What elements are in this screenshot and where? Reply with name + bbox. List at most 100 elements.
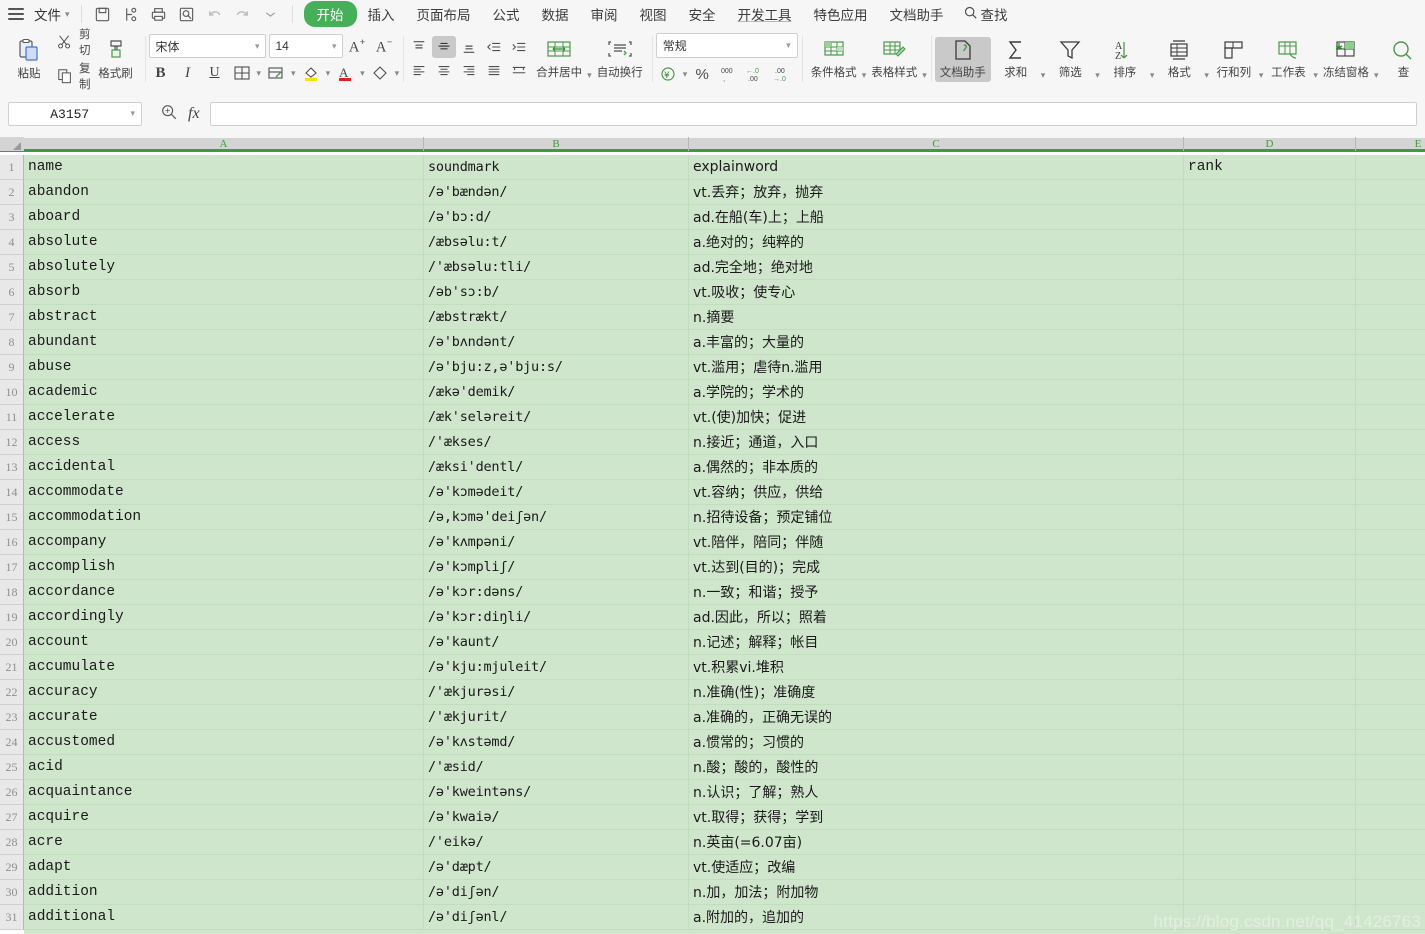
cell-E27[interactable] <box>1356 805 1425 829</box>
row-header[interactable]: 13 <box>0 455 24 480</box>
rows-cols-button[interactable]: 行和列 <box>1209 37 1259 82</box>
chevron-down-icon[interactable]: ▾ <box>395 68 400 79</box>
cell-C10[interactable]: a.学院的；学术的 <box>689 380 1184 404</box>
row-header[interactable]: 12 <box>0 430 24 455</box>
cell-D25[interactable] <box>1184 755 1356 779</box>
cell-C6[interactable]: vt.吸收；使专心 <box>689 280 1184 304</box>
cell-B22[interactable]: /'ækjurəsi/ <box>424 680 689 704</box>
cell-D1[interactable]: rank <box>1184 155 1356 179</box>
chevron-down-icon[interactable]: ▾ <box>326 68 331 79</box>
cell-D14[interactable] <box>1184 480 1356 504</box>
cell-B1[interactable]: soundmark <box>424 155 689 179</box>
cell-E29[interactable] <box>1356 855 1425 879</box>
cell-A16[interactable]: accompany <box>24 530 424 554</box>
cell-C24[interactable]: a.惯常的；习惯的 <box>689 730 1184 754</box>
cell-B17[interactable]: /ə'kɔmpliʃ/ <box>424 555 689 579</box>
cell-D30[interactable] <box>1184 880 1356 904</box>
cell-C21[interactable]: vt.积累vi.堆积 <box>689 655 1184 679</box>
cell-A23[interactable]: accurate <box>24 705 424 729</box>
cell-C4[interactable]: a.绝对的；纯粹的 <box>689 230 1184 254</box>
align-bottom-button[interactable] <box>457 36 481 58</box>
row-header[interactable]: 3 <box>0 205 24 230</box>
row-header[interactable]: 11 <box>0 405 24 430</box>
decrease-indent-button[interactable] <box>482 36 506 58</box>
cell-A9[interactable]: abuse <box>24 355 424 379</box>
cell-D15[interactable] <box>1184 505 1356 529</box>
format-painter-button[interactable]: 格式刷 <box>91 36 141 83</box>
sort-button[interactable]: AZ 排序 <box>1100 37 1150 82</box>
cell-C7[interactable]: n.摘要 <box>689 305 1184 329</box>
cell-B14[interactable]: /ə'kɔmədeit/ <box>424 480 689 504</box>
cell-A4[interactable]: absolute <box>24 230 424 254</box>
cell-B2[interactable]: /ə'bændən/ <box>424 180 689 204</box>
row-header[interactable]: 29 <box>0 855 24 880</box>
comma-format-button[interactable]: 000, <box>717 63 741 85</box>
cell-E20[interactable] <box>1356 630 1425 654</box>
conditional-format-button[interactable]: 条件格式 <box>806 37 862 82</box>
row-header[interactable]: 28 <box>0 830 24 855</box>
cell-E14[interactable] <box>1356 480 1425 504</box>
cell-B11[interactable]: /æk'seləreit/ <box>424 405 689 429</box>
cell-A7[interactable]: abstract <box>24 305 424 329</box>
cell-D5[interactable] <box>1184 255 1356 279</box>
cell-E1[interactable] <box>1356 155 1425 179</box>
increase-decimal-button[interactable]: ←.0.00 <box>744 63 768 85</box>
cell-E11[interactable] <box>1356 405 1425 429</box>
cell-B10[interactable]: /ækə'demik/ <box>424 380 689 404</box>
cell-C8[interactable]: a.丰富的；大量的 <box>689 330 1184 354</box>
cell-B20[interactable]: /ə'kaunt/ <box>424 630 689 654</box>
row-header[interactable]: 19 <box>0 605 24 630</box>
tab-review[interactable]: 审阅 <box>580 1 629 27</box>
formula-input[interactable] <box>209 102 1417 126</box>
row-header[interactable]: 2 <box>0 180 24 205</box>
cell-C17[interactable]: vt.达到(目的)；完成 <box>689 555 1184 579</box>
tab-page-layout[interactable]: 页面布局 <box>406 1 482 27</box>
cell-B4[interactable]: /æbsəlu:t/ <box>424 230 689 254</box>
cell-E16[interactable] <box>1356 530 1425 554</box>
row-header[interactable]: 10 <box>0 380 24 405</box>
cell-E7[interactable] <box>1356 305 1425 329</box>
row-header[interactable]: 22 <box>0 680 24 705</box>
row-header[interactable]: 4 <box>0 230 24 255</box>
cell-D21[interactable] <box>1184 655 1356 679</box>
cell-C3[interactable]: ad.在船(车)上；上船 <box>689 205 1184 229</box>
tab-doc-assistant[interactable]: 文档助手 <box>879 1 955 27</box>
column-header-e[interactable]: E <box>1356 137 1425 151</box>
redo-icon[interactable] <box>232 3 254 25</box>
row-header[interactable]: 16 <box>0 530 24 555</box>
cell-D18[interactable] <box>1184 580 1356 604</box>
cell-E8[interactable] <box>1356 330 1425 354</box>
cell-D23[interactable] <box>1184 705 1356 729</box>
cell-C12[interactable]: n.接近；通道，入口 <box>689 430 1184 454</box>
save-icon[interactable] <box>92 3 114 25</box>
copy-button[interactable]: 复制 <box>54 60 91 92</box>
cell-D4[interactable] <box>1184 230 1356 254</box>
font-size-select[interactable]: 14 ▾ <box>268 34 343 58</box>
cell-E28[interactable] <box>1356 830 1425 854</box>
cell-E24[interactable] <box>1356 730 1425 754</box>
cell-B6[interactable]: /əb'sɔ:b/ <box>424 280 689 304</box>
cell-A11[interactable]: accelerate <box>24 405 424 429</box>
cell-E17[interactable] <box>1356 555 1425 579</box>
row-header[interactable]: 31 <box>0 905 24 930</box>
row-header[interactable]: 21 <box>0 655 24 680</box>
find-button[interactable]: 查 <box>1378 37 1425 82</box>
file-menu-button[interactable]: 文件 ▾ <box>30 4 74 24</box>
cell-C14[interactable]: vt.容纳；供应，供给 <box>689 480 1184 504</box>
chevron-down-icon[interactable]: ▾ <box>257 68 262 79</box>
cell-D26[interactable] <box>1184 780 1356 804</box>
name-search-icon[interactable] <box>160 103 178 126</box>
cell-B7[interactable]: /æbstrækt/ <box>424 305 689 329</box>
cell-C1[interactable]: explainword <box>689 155 1184 179</box>
cell-E10[interactable] <box>1356 380 1425 404</box>
cell-D31[interactable] <box>1184 905 1356 929</box>
cell-E30[interactable] <box>1356 880 1425 904</box>
cell-E15[interactable] <box>1356 505 1425 529</box>
underline-button[interactable]: U <box>203 62 227 84</box>
row-header[interactable]: 7 <box>0 305 24 330</box>
cell-D28[interactable] <box>1184 830 1356 854</box>
row-header[interactable]: 14 <box>0 480 24 505</box>
tab-developer-tools[interactable]: 开发工具 <box>727 1 803 27</box>
cell-B26[interactable]: /ə'kweintəns/ <box>424 780 689 804</box>
row-header[interactable]: 15 <box>0 505 24 530</box>
